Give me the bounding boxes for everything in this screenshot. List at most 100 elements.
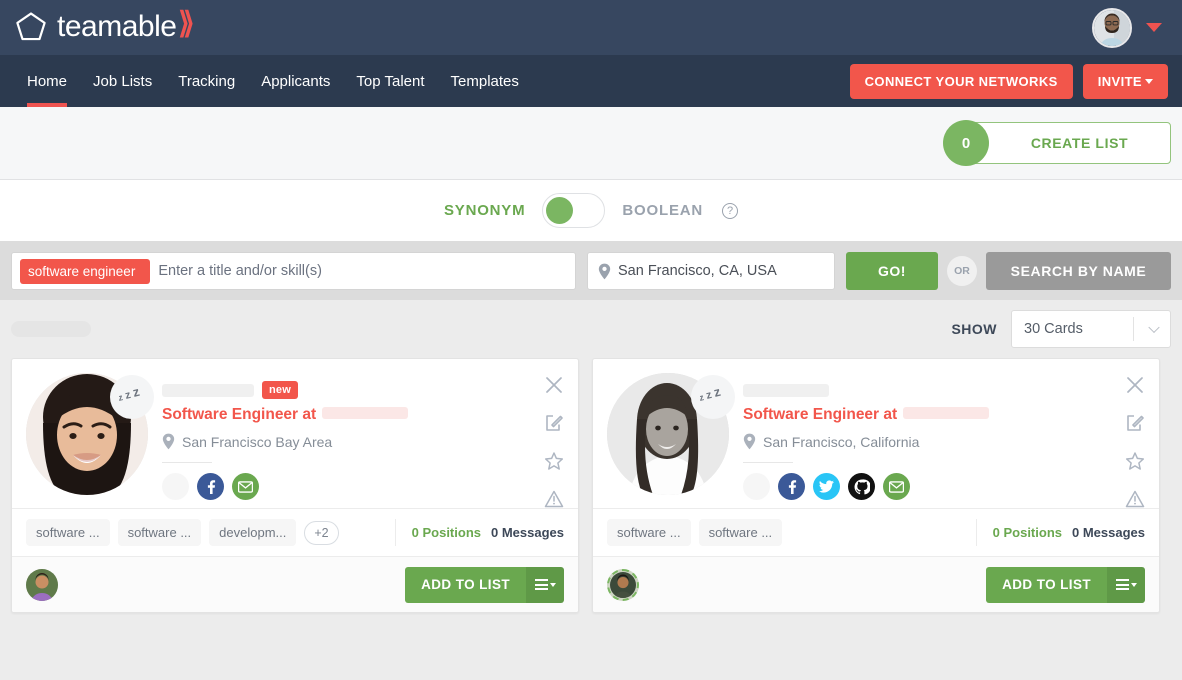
card-info: Software Engineer at San Francisco, Cali…: [729, 373, 1145, 500]
tag[interactable]: software ...: [698, 519, 783, 546]
job-title[interactable]: Software Engineer at: [743, 406, 897, 424]
star-icon[interactable]: [1125, 451, 1145, 471]
search-by-name-button[interactable]: SEARCH BY NAME: [986, 252, 1171, 290]
create-list-count: 0: [943, 120, 989, 166]
nav-label: Tracking: [178, 72, 236, 90]
tag[interactable]: software ...: [117, 519, 202, 546]
add-to-list-button[interactable]: ADD TO LIST: [986, 566, 1107, 603]
tag[interactable]: software ...: [26, 519, 110, 546]
owner-avatar[interactable]: [607, 568, 639, 601]
create-list-row: 0 CREATE LIST: [0, 107, 1182, 179]
candidate-card[interactable]: zzz new Software Engineer at San Francis…: [11, 358, 579, 613]
skill-chip[interactable]: software engineer x-icon: [20, 258, 151, 284]
divider: [743, 462, 793, 463]
card-info: new Software Engineer at San Francisco B…: [148, 373, 564, 500]
nav-item-top-talent[interactable]: Top Talent: [343, 55, 437, 107]
candidate-name-redacted: [743, 383, 829, 397]
nav-item-templates[interactable]: Templates: [438, 55, 532, 107]
invite-button[interactable]: INVITE: [1082, 63, 1168, 99]
logo[interactable]: teamable ⟪: [14, 7, 202, 45]
cards-per-page-value: 30 Cards: [1024, 321, 1083, 337]
question-mark-icon[interactable]: ?: [722, 202, 739, 219]
owner-avatar[interactable]: [26, 568, 58, 601]
add-to-list-menu-button[interactable]: [526, 566, 564, 603]
synonym-label[interactable]: SYNONYM: [444, 202, 525, 219]
brand-bar: teamable ⟪: [0, 0, 1182, 55]
report-icon[interactable]: [544, 489, 564, 509]
close-icon[interactable]: [1125, 375, 1145, 395]
or-separator: OR: [947, 256, 977, 286]
card-footer: ADD TO LIST: [593, 556, 1159, 612]
mail-icon[interactable]: [883, 473, 910, 500]
candidate-name-line: [743, 379, 1145, 401]
edit-icon[interactable]: [544, 413, 564, 433]
create-list-button[interactable]: CREATE LIST: [966, 122, 1171, 164]
facebook-icon[interactable]: [197, 473, 224, 500]
add-to-list-button[interactable]: ADD TO LIST: [405, 566, 526, 603]
location-value: San Francisco, CA, USA: [618, 263, 777, 279]
chevron-down-icon: [1148, 321, 1160, 334]
chevron-down-icon: [549, 582, 556, 587]
card-header: zzz new Software Engineer at San Francis…: [12, 359, 578, 508]
candidate-name-redacted: [162, 383, 254, 397]
company-redacted: [322, 407, 409, 419]
svg-text:z: z: [131, 388, 141, 400]
twitter-icon[interactable]: [813, 473, 840, 500]
zzz-sleeping-icon: zzz: [110, 375, 154, 419]
svg-text:z: z: [119, 392, 124, 403]
candidate-location: San Francisco Bay Area: [162, 433, 564, 450]
card-stats: 0 Positions 0 Messages: [975, 519, 1145, 546]
tags-more[interactable]: +2: [304, 520, 339, 545]
boolean-label[interactable]: BOOLEAN: [622, 202, 703, 219]
social-links: [162, 473, 564, 500]
candidate-photo-wrap: zzz: [26, 373, 154, 500]
map-pin-icon: [598, 263, 611, 279]
card-header: zzz Software Engineer at San Francisco, …: [593, 359, 1159, 508]
card-tags: software ... software ... 0 Positions 0 …: [593, 508, 1159, 556]
create-list-group: 0 CREATE LIST: [943, 120, 1171, 166]
star-icon[interactable]: [544, 451, 564, 471]
pentagon-outline-icon: [16, 11, 46, 40]
chevron-down-icon[interactable]: [1146, 23, 1162, 32]
nav-item-job-lists[interactable]: Job Lists: [80, 55, 165, 107]
svg-text:z: z: [705, 389, 714, 402]
nav-item-tracking[interactable]: Tracking: [165, 55, 248, 107]
nav-items: Home Job Lists Tracking Applicants Top T…: [14, 55, 532, 107]
edit-icon[interactable]: [1125, 413, 1145, 433]
go-button[interactable]: GO!: [846, 252, 938, 290]
report-icon[interactable]: [1125, 489, 1145, 509]
avatar[interactable]: [1092, 7, 1132, 48]
nav-item-applicants[interactable]: Applicants: [248, 55, 343, 107]
nav-item-home[interactable]: Home: [14, 55, 80, 107]
tag[interactable]: software ...: [607, 519, 691, 546]
card-actions: [1125, 375, 1145, 509]
social-links: [743, 473, 1145, 500]
new-badge: new: [262, 381, 298, 399]
show-controls: SHOW 30 Cards: [951, 310, 1171, 348]
positions-count: 0 Positions: [411, 525, 481, 540]
skills-input[interactable]: software engineer x-icon Enter a title a…: [11, 252, 576, 290]
github-icon[interactable]: [848, 473, 875, 500]
connect-networks-button[interactable]: CONNECT YOUR NETWORKS: [849, 63, 1073, 99]
messages-count: 0 Messages: [1072, 525, 1145, 540]
card-actions: [544, 375, 564, 509]
cards-per-page-select[interactable]: 30 Cards: [1011, 310, 1171, 348]
nav-label: Home: [27, 72, 68, 90]
mail-icon[interactable]: [232, 473, 259, 500]
tag[interactable]: developm...: [209, 519, 297, 546]
company-redacted: [903, 407, 990, 419]
card-footer: ADD TO LIST: [12, 556, 578, 612]
location-input[interactable]: San Francisco, CA, USA: [587, 252, 835, 290]
facebook-icon[interactable]: [778, 473, 805, 500]
job-title[interactable]: Software Engineer at: [162, 406, 316, 424]
card-tags: software ... software ... developm... +2…: [12, 508, 578, 556]
candidate-card[interactable]: zzz Software Engineer at San Francisco, …: [592, 358, 1160, 613]
synonym-boolean-toggle[interactable]: [542, 193, 606, 228]
close-icon[interactable]: [544, 375, 564, 395]
nav-label: Job Lists: [93, 72, 153, 90]
svg-text:z: z: [124, 389, 133, 402]
create-list-panel: 0 CREATE LIST: [0, 107, 1182, 180]
add-to-list-menu-button[interactable]: [1107, 566, 1145, 603]
candidate-photo-wrap: zzz: [607, 373, 735, 500]
candidate-location-text: San Francisco, California: [763, 433, 920, 450]
